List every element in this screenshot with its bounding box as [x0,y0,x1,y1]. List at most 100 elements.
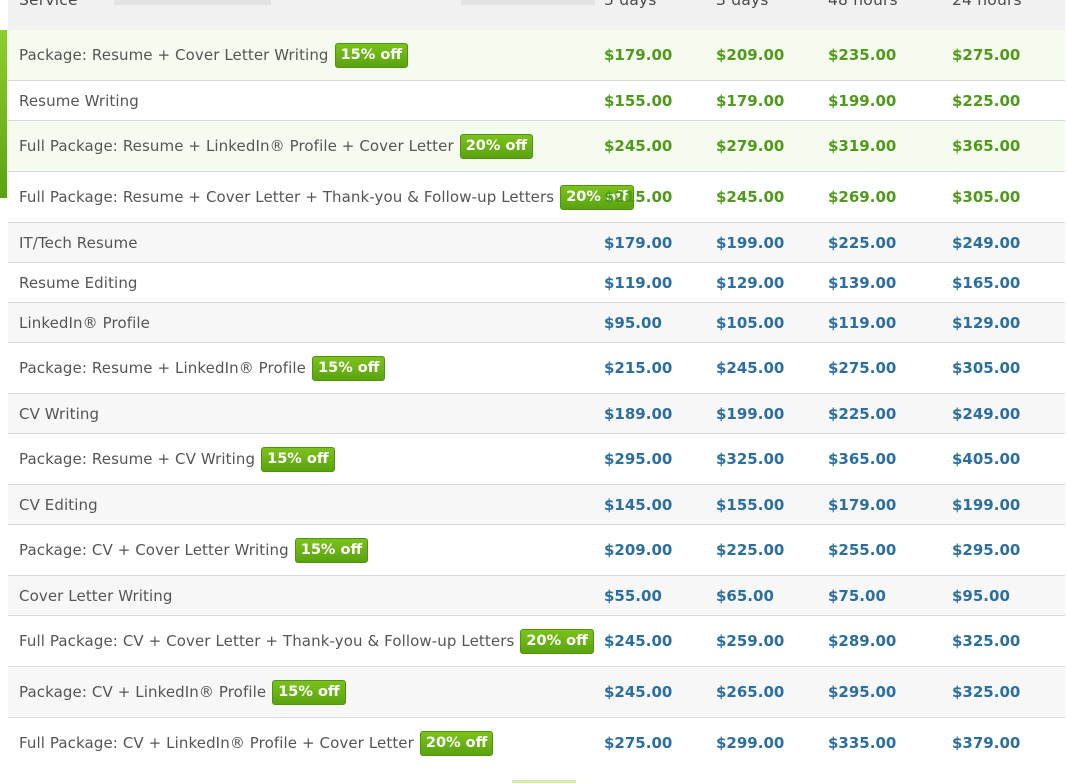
discount-badge: 20% off [459,133,534,159]
price-cell: $335.00 [828,734,897,752]
service-name: LinkedIn® Profile [19,313,150,332]
service-name: Full Package: CV + Cover Letter + Thank-… [19,632,515,650]
price-cell: $75.00 [828,586,886,605]
table-row[interactable]: Resume Editing $119.00 $129.00 $139.00 $165.… [8,263,1065,303]
price-cell: $225.00 [716,541,785,559]
price-cell: $325.00 [716,450,785,468]
table-header: Service 5 days 3 days 48 hours 24 hours [8,0,1065,31]
price-cell: $129.00 [716,273,785,292]
service-name: Resume Editing [19,273,138,292]
table-row[interactable]: Full Package: Resume + Cover Letter + Th… [8,172,1065,223]
price-cell: $275.00 [952,46,1021,64]
service-cell: Full Package: Resume + LinkedIn® Profile… [19,121,534,171]
price-cell: $199.00 [828,91,897,110]
service-cell: Resume Editing [19,263,138,302]
price-cell: $179.00 [604,233,673,252]
table-row[interactable]: CV Editing $145.00 $155.00 $179.00 $199.00 [8,485,1065,525]
service-name: Cover Letter Writing [19,586,173,605]
service-name: Full Package: CV + LinkedIn® Profile + C… [19,734,414,752]
price-cell: $245.00 [604,137,673,155]
table-row[interactable]: IT/Tech Resume $179.00 $199.00 $225.00 $249.… [8,223,1065,263]
price-cell: $225.00 [828,404,897,423]
table-row[interactable]: Full Package: CV + Cover Letter + Thank-… [8,616,1065,667]
price-cell: $95.00 [604,313,662,332]
service-cell: Package: Resume + LinkedIn® Profile 15% o… [19,343,386,393]
pricing-table: Service 5 days 3 days 48 hours 24 hours … [0,0,1067,783]
price-cell: $245.00 [716,188,785,206]
price-cell: $165.00 [952,273,1021,292]
price-cell: $365.00 [952,137,1021,155]
price-cell: $95.00 [952,586,1010,605]
discount-badge: 15% off [294,537,369,563]
price-cell: $325.00 [952,683,1021,701]
table-row[interactable]: Package: Resume + Cover Letter Writing 15… [8,30,1065,81]
price-cell: $179.00 [716,91,785,110]
price-cell: $269.00 [828,188,897,206]
service-name: Package: Resume + Cover Letter Writing [19,46,329,64]
service-name: Package: CV + LinkedIn® Profile [19,683,267,701]
table-body: Package: Resume + Cover Letter Writing 15… [8,30,1065,769]
service-cell: Package: Resume + CV Writing 15% off [19,434,335,484]
price-cell: $255.00 [828,541,897,559]
service-cell: Package: CV + Cover Letter Writing 15% of… [19,525,369,575]
price-cell: $225.00 [952,91,1021,110]
discount-badge: 15% off [312,355,386,381]
service-cell: CV Writing [19,394,99,433]
price-cell: $215.00 [604,188,673,206]
price-cell: $305.00 [952,359,1021,377]
header-col-48-hours: 48 hours [828,0,898,9]
price-cell: $105.00 [716,313,785,332]
price-cell: $215.00 [604,359,673,377]
table-row[interactable]: Package: CV + Cover Letter Writing 15% of… [8,525,1065,576]
discount-badge: 20% off [520,628,594,654]
service-cell: Full Package: CV + LinkedIn® Profile + C… [19,718,494,768]
service-name: Package: CV + Cover Letter Writing [19,541,289,559]
service-name: Package: Resume + CV Writing [19,450,256,468]
header-col-24-hours: 24 hours [952,0,1022,9]
table-row[interactable]: Resume Writing $155.00 $179.00 $199.00 $225.… [8,81,1065,121]
price-cell: $249.00 [952,404,1021,423]
service-cell: CV Editing [19,485,98,524]
service-name: IT/Tech Resume [19,233,138,252]
price-cell: $245.00 [604,683,673,701]
header-col-3-days: 3 days [716,0,769,9]
price-cell: $129.00 [952,313,1021,332]
service-cell: Resume Writing [19,81,139,120]
service-name: Full Package: Resume + Cover Letter + Th… [19,188,555,206]
price-cell: $295.00 [604,450,673,468]
table-row[interactable]: Full Package: CV + LinkedIn® Profile + C… [8,718,1065,769]
table-row[interactable]: Package: Resume + LinkedIn® Profile 15% o… [8,343,1065,394]
price-cell: $199.00 [952,495,1021,514]
service-cell: Package: CV + LinkedIn® Profile 15% off [19,667,346,717]
table-row[interactable]: Full Package: Resume + LinkedIn® Profile… [8,121,1065,172]
table-row[interactable]: Package: Resume + CV Writing 15% off $295.… [8,434,1065,485]
price-cell: $279.00 [716,137,785,155]
header-service: Service [19,0,78,9]
price-cell: $145.00 [604,495,673,514]
price-cell: $179.00 [828,495,897,514]
table-row[interactable]: LinkedIn® Profile $95.00 $105.00 $119.00 $12… [8,303,1065,343]
highlight-accent-bar [0,30,7,198]
header-tab-decoration [114,0,271,5]
price-cell: $249.00 [952,233,1021,252]
price-cell: $289.00 [828,632,897,650]
discount-badge: 15% off [334,42,409,68]
table-row[interactable]: CV Writing $189.00 $199.00 $225.00 $249.00 [8,394,1065,434]
table-row[interactable]: Package: CV + LinkedIn® Profile 15% off $2… [8,667,1065,718]
service-cell: Cover Letter Writing [19,576,173,615]
service-name: CV Writing [19,404,100,423]
price-cell: $295.00 [952,541,1021,559]
price-cell: $209.00 [604,541,673,559]
service-cell: Package: Resume + Cover Letter Writing 15… [19,30,409,80]
price-cell: $305.00 [952,188,1021,206]
price-cell: $259.00 [716,632,785,650]
service-name: CV Editing [19,495,98,514]
service-cell: Full Package: Resume + Cover Letter + Th… [19,172,634,222]
price-cell: $119.00 [604,273,673,292]
table-row[interactable]: Cover Letter Writing $55.00 $65.00 $75.00 $9… [8,576,1065,616]
service-name: Package: Resume + LinkedIn® Profile [19,359,307,377]
price-cell: $379.00 [952,734,1021,752]
discount-badge: 20% off [419,730,494,756]
price-cell: $275.00 [604,734,673,752]
price-cell: $275.00 [828,359,897,377]
